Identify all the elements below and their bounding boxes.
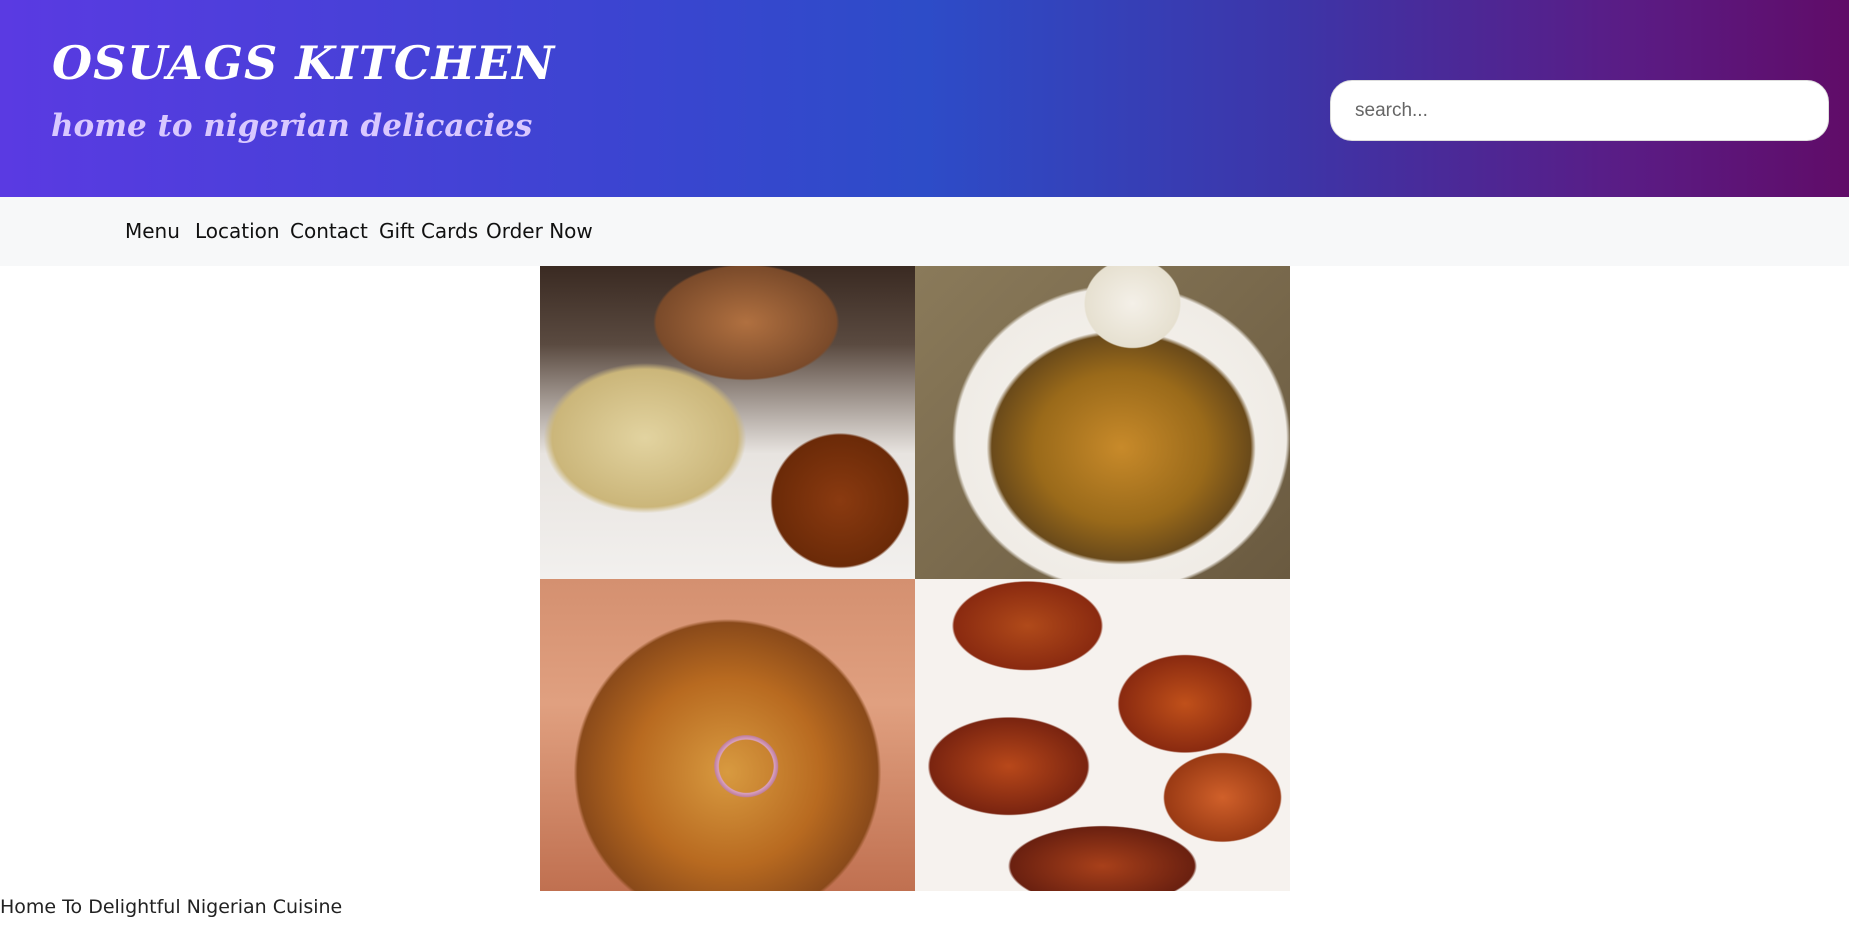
site-subtitle: home to nigerian delicacies [51,108,533,144]
nav-location[interactable]: Location [195,219,280,243]
nav-bar: Menu Location Contact Gift Cards Order N… [0,197,1849,266]
search-input[interactable] [1330,80,1829,141]
abacha-salad-image [540,579,915,891]
nav-order-now[interactable]: Order Now [486,219,593,243]
nav-menu[interactable]: Menu [125,219,180,243]
fried-rice-chicken-plantain-image [540,266,915,579]
site-title: OSUAGS KITCHEN [52,36,556,90]
egusi-soup-fufu-image [915,266,1290,579]
site-header: OSUAGS KITCHEN home to nigerian delicaci… [0,0,1849,197]
grilled-chicken-image [915,579,1290,891]
nav-contact[interactable]: Contact [290,219,368,243]
footer-tagline: Home To Delightful Nigerian Cuisine [0,896,343,918]
nav-gift-cards[interactable]: Gift Cards [379,219,478,243]
